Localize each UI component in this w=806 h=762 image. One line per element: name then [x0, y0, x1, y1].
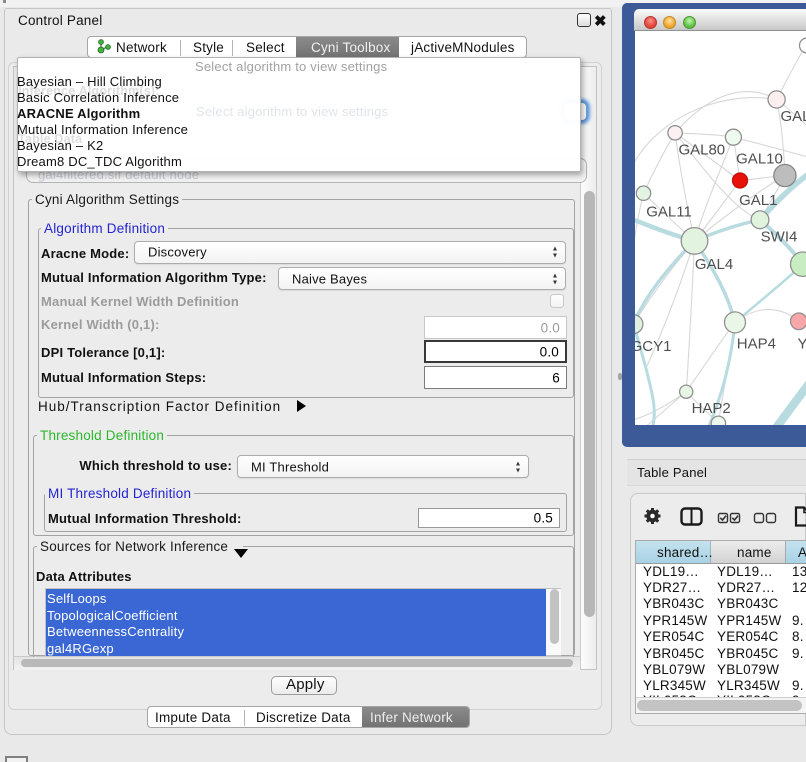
svg-text:GAL10: GAL10 — [736, 151, 783, 168]
svg-text:Y: Y — [797, 336, 806, 353]
svg-text:SWI4: SWI4 — [761, 229, 798, 246]
svg-text:GAL80: GAL80 — [678, 142, 725, 159]
svg-text:GAL1: GAL1 — [739, 192, 777, 209]
svg-text:HAP2: HAP2 — [692, 400, 731, 417]
svg-text:GAL7: GAL7 — [781, 108, 806, 125]
svg-text:GAL11: GAL11 — [646, 204, 692, 221]
svg-text:GCY1: GCY1 — [635, 338, 671, 355]
svg-text:GAL4: GAL4 — [695, 256, 733, 273]
svg-text:HAP4: HAP4 — [737, 336, 776, 353]
